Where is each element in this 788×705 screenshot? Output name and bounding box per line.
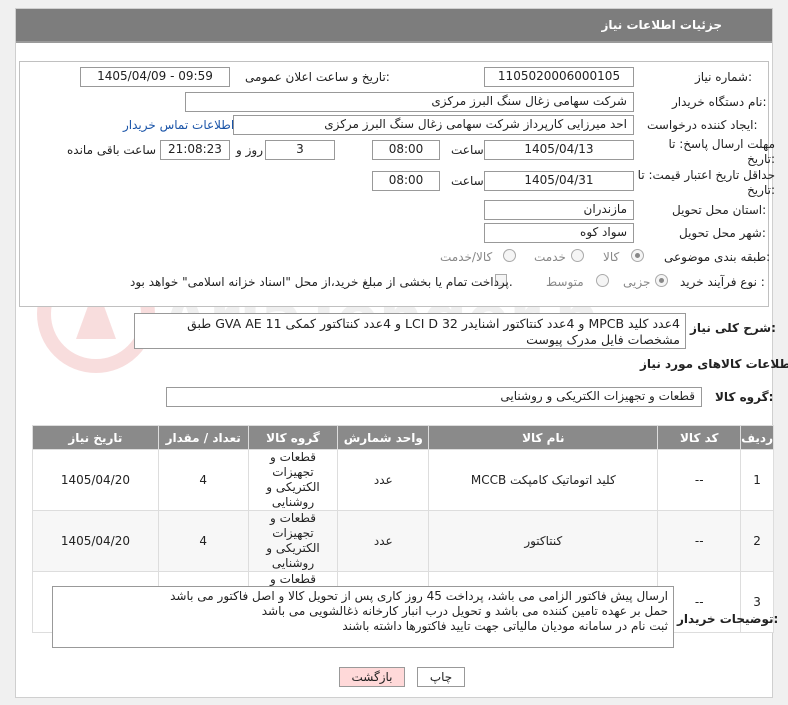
category-both-radio[interactable] [503, 249, 516, 262]
row-code: -- [657, 510, 742, 572]
row-date: 1405/04/20 [32, 449, 159, 511]
category-service-radio[interactable] [571, 249, 584, 262]
col-date: تاریخ نیاز [32, 425, 159, 450]
col-row: ردیف [740, 425, 774, 450]
need-number-label: شماره نیاز: [695, 70, 753, 84]
remaining-label: ساعت باقی مانده [67, 143, 157, 157]
page-title: جزئیات اطلاعات نیاز [601, 18, 722, 32]
purchase-minor-label: جزیی [623, 275, 651, 289]
need-number-field: 1105020006000105 [484, 67, 634, 87]
purchase-type-label: نوع فرآیند خرید : [680, 275, 765, 289]
validity-label: حداقل تاریخ اعتبار قیمت: تا تاریخ: [637, 168, 775, 197]
buyer-notes-line: ارسال پیش فاکتور الزامی می باشد، پرداخت … [170, 589, 668, 603]
remaining-time-field: 21:08:23 [160, 140, 230, 160]
col-qty: تعداد / مقدار [157, 425, 249, 450]
category-goods-label: کالا [603, 250, 620, 264]
goods-section-title: اطلاعات کالاهای مورد نیاز [640, 357, 788, 371]
goods-group-label: گروه کالا: [715, 390, 774, 404]
deadline-time-field: 08:00 [372, 140, 440, 160]
summary-text: 4عدد کلید MPCB و 4عدد کنتاکتور اشنایدر L… [134, 313, 686, 349]
category-service-label: خدمت [534, 250, 566, 264]
days-field: 3 [265, 140, 335, 160]
purchase-minor-radio[interactable] [655, 274, 668, 287]
treasury-payment-note: پرداخت تمام یا بخشی از مبلغ خرید،از محل … [130, 275, 513, 289]
purchase-medium-radio[interactable] [596, 274, 609, 287]
announce-field: 1405/04/09 - 09:59 [80, 67, 230, 87]
buyer-notes-line: حمل بر عهده تامین کننده می باشد و تحویل … [261, 604, 668, 618]
contact-buyer-link[interactable]: اطلاعات تماس خریدار [123, 118, 234, 132]
buyer-notes-text: ارسال پیش فاکتور الزامی می باشد، پرداخت … [52, 586, 674, 648]
deadline-time-label: ساعت [451, 143, 484, 157]
row-qty: 4 [157, 449, 249, 511]
deadline-date-field: 1405/04/13 [484, 140, 634, 160]
category-label: طبقه بندی موضوعی: [664, 250, 771, 264]
days-label: روز و [236, 143, 263, 157]
row-group: قطعات و تجهیزات الکتریکی و روشنایی [247, 449, 339, 511]
table-row: 2 -- کنتاکتور عدد قطعات و تجهیزات الکتری… [32, 510, 774, 572]
buyer-notes-label: توضیحات خریدار: [677, 612, 779, 626]
province-label: استان محل تحویل: [672, 203, 767, 217]
validity-date-field: 1405/04/31 [484, 171, 634, 191]
col-group: گروه کالا [247, 425, 339, 450]
page-header: جزئیات اطلاعات نیاز [16, 9, 772, 43]
col-unit: واحد شمارش [337, 425, 430, 450]
row-code: -- [657, 449, 742, 511]
print-button[interactable]: چاپ [417, 667, 465, 687]
city-label: شهر محل تحویل: [679, 226, 766, 240]
province-field: مازندران [484, 200, 634, 220]
validity-time-label: ساعت [451, 174, 484, 188]
col-name: نام کالا [428, 425, 659, 450]
row-date: 1405/04/20 [32, 510, 159, 572]
creator-field: احد میرزایی کارپرداز شرکت سهامی زغال سنگ… [233, 115, 634, 135]
goods-group-field: قطعات و تجهیزات الکتریکی و روشنایی [166, 387, 702, 407]
row-name: کلید اتوماتیک کامپکت MCCB [428, 449, 659, 511]
buyer-field: شرکت سهامی زغال سنگ البرز مرکزی [185, 92, 634, 112]
row-qty: 4 [157, 510, 249, 572]
goods-table-header: ردیف کد کالا نام کالا واحد شمارش گروه کا… [32, 425, 774, 450]
row-unit: عدد [337, 510, 430, 572]
col-code: کد کالا [657, 425, 742, 450]
row-group: قطعات و تجهیزات الکتریکی و روشنایی [247, 510, 339, 572]
validity-time-field: 08:00 [372, 171, 440, 191]
purchase-medium-label: متوسط [546, 275, 584, 289]
row-name: کنتاکتور [428, 510, 659, 572]
announce-label: تاریخ و ساعت اعلان عمومی: [245, 70, 390, 84]
category-goods-radio[interactable] [631, 249, 644, 262]
buyer-notes-line: ثبت نام در سامانه مودیان مالیاتی جهت تای… [342, 619, 668, 633]
buyer-label: نام دستگاه خریدار: [672, 95, 767, 109]
city-field: سواد کوه [484, 223, 634, 243]
category-both-label: کالا/خدمت [440, 250, 493, 264]
table-row: 1 -- کلید اتوماتیک کامپکت MCCB عدد قطعات… [32, 449, 774, 511]
back-button[interactable]: بازگشت [339, 667, 405, 687]
deadline-label: مهلت ارسال پاسخ: تا تاریخ: [668, 137, 775, 166]
row-index: 2 [740, 510, 774, 572]
summary-label: شرح کلی نیاز: [690, 321, 776, 335]
creator-label: ایجاد کننده درخواست: [647, 118, 758, 132]
row-index: 1 [740, 449, 774, 511]
row-unit: عدد [337, 449, 430, 511]
